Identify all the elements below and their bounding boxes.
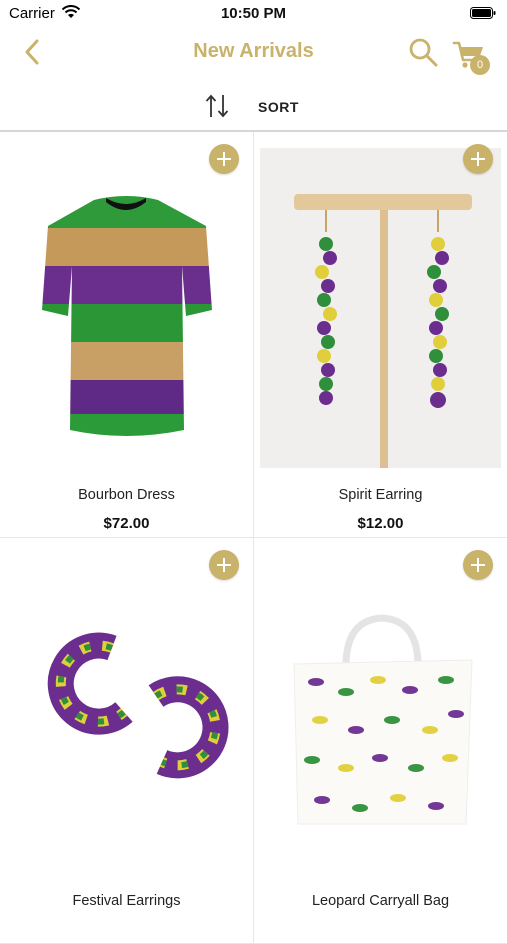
search-icon[interactable] (407, 36, 439, 68)
product-grid: Bourbon Dress $72.00 Spirit Earring $12.… (0, 132, 507, 944)
product-card[interactable]: Spirit Earring $12.00 (254, 132, 507, 538)
status-bar: Carrier 10:50 PM (0, 0, 507, 28)
sort-button[interactable]: SORT (204, 91, 314, 121)
product-image-dress (42, 196, 212, 436)
product-name: Bourbon Dress (78, 487, 175, 503)
product-card[interactable]: Bourbon Dress $72.00 (0, 132, 254, 538)
product-name: Festival Earrings (72, 893, 181, 909)
clock: 10:50 PM (220, 5, 287, 22)
add-to-cart-button[interactable] (209, 550, 239, 580)
product-image-earrings (260, 148, 501, 468)
product-image-hoop-earrings (47, 632, 229, 779)
battery-icon (470, 7, 496, 19)
product-price: $72.00 (103, 515, 150, 532)
add-to-cart-button[interactable] (463, 550, 493, 580)
sort-label: SORT (258, 99, 299, 115)
sort-bar: SORT (0, 82, 507, 132)
product-price: $12.00 (357, 515, 404, 532)
add-to-cart-button[interactable] (463, 144, 493, 174)
sort-arrows-icon (205, 94, 229, 118)
product-image-tote-bag (293, 614, 473, 825)
product-card[interactable]: Festival Earrings (0, 538, 254, 944)
product-name: Leopard Carryall Bag (311, 893, 450, 909)
product-name: Spirit Earring (338, 487, 423, 503)
back-chevron-icon[interactable] (20, 38, 44, 66)
add-to-cart-button[interactable] (209, 144, 239, 174)
navigation-bar: New Arrivals 0 (0, 28, 507, 78)
cart-count-badge: 0 (470, 55, 490, 75)
product-card[interactable]: Leopard Carryall Bag (254, 538, 507, 944)
